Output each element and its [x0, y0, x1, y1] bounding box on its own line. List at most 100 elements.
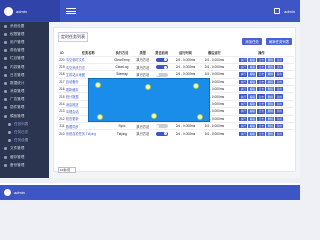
enabled-toggle[interactable]	[155, 124, 168, 129]
panel-title[interactable]: 定时任务列表	[58, 32, 88, 42]
action-button[interactable]: 删除	[266, 109, 275, 114]
action-button[interactable]: 日志	[257, 87, 266, 92]
action-button[interactable]: 日志	[257, 72, 266, 77]
sidebar-item[interactable]: 任务列表	[0, 120, 49, 128]
sidebar-item[interactable]: 权限管理	[0, 30, 49, 38]
action-button[interactable]: 执行	[239, 131, 248, 137]
action-button[interactable]: 执行	[239, 57, 248, 62]
action-button[interactable]: 删除	[266, 64, 275, 70]
refresh-task-list-button[interactable]: 刷新任务列表	[266, 38, 292, 45]
enabled-toggle[interactable]	[155, 72, 168, 77]
sidebar-item[interactable]: 角色管理	[0, 47, 49, 55]
action-button[interactable]: 删除	[266, 57, 275, 62]
action-button[interactable]: 禁用	[275, 131, 284, 137]
table-row: 210 系统自检任务 Tidying Tidying 执行方法 2/4 - 0.000m…	[58, 129, 294, 138]
enabled-toggle[interactable]	[155, 57, 168, 62]
action-button[interactable]: 禁用	[275, 57, 284, 62]
action-button[interactable]: 执行	[239, 94, 248, 99]
sidebar-item[interactable]: 数据统计	[0, 79, 49, 87]
action-button[interactable]: 执行	[239, 101, 248, 107]
action-button[interactable]: 编辑	[248, 109, 257, 114]
sidebar-item-label: 日志管理	[10, 72, 25, 77]
action-button[interactable]: 禁用	[275, 72, 284, 77]
sidebar-item-label: 角色管理	[10, 48, 25, 53]
cell-runtime: 2/4 - 0.000ms	[171, 55, 200, 64]
action-button[interactable]: 编辑	[248, 124, 257, 129]
sidebar-item[interactable]: 任务日志	[0, 128, 49, 136]
current-user[interactable]: admin	[284, 9, 295, 14]
action-button[interactable]: 编辑	[248, 79, 257, 85]
sidebar-item[interactable]: 内容管理	[0, 63, 49, 71]
action-button[interactable]: 禁用	[275, 64, 284, 70]
menu-icon	[4, 90, 7, 94]
add-task-button[interactable]: 添加任务	[242, 38, 262, 45]
action-button[interactable]: 删除	[266, 101, 275, 107]
cell-id: 215	[58, 92, 66, 101]
action-button[interactable]: 编辑	[248, 94, 257, 99]
enabled-toggle[interactable]	[155, 65, 168, 70]
sidebar-item[interactable]: 任务设置	[0, 137, 49, 145]
cell-name: 清空临时文件	[65, 55, 111, 64]
action-button[interactable]: 删除	[266, 124, 275, 129]
cell-type: 执行方法	[133, 129, 153, 138]
menu-toggle-icon[interactable]	[66, 7, 76, 16]
action-button[interactable]: 编辑	[248, 64, 257, 70]
cell-actions: 执行 编辑 日志 删除 禁用	[228, 62, 294, 71]
action-button[interactable]: 日志	[257, 124, 266, 129]
action-button[interactable]: 禁用	[275, 101, 284, 107]
action-button[interactable]: 日志	[257, 64, 266, 70]
action-button[interactable]: 删除	[266, 94, 275, 99]
action-button[interactable]: 删除	[266, 131, 275, 137]
action-button[interactable]: 编辑	[248, 116, 257, 122]
sidebar-item[interactable]: 模板管理	[0, 112, 49, 120]
action-button[interactable]: 日志	[257, 101, 266, 107]
sidebar-item[interactable]: 日志管理	[0, 71, 49, 79]
sidebar-item[interactable]: 广告管理	[0, 96, 49, 104]
cell-name: 数据同步	[65, 121, 111, 130]
cell-actions: 执行 编辑 日志 删除 禁用	[228, 114, 294, 123]
action-button[interactable]: 日志	[257, 57, 266, 62]
action-button[interactable]: 编辑	[248, 72, 257, 77]
action-button[interactable]: 日志	[257, 116, 266, 122]
action-button[interactable]: 执行	[239, 64, 248, 70]
action-button[interactable]: 禁用	[275, 109, 284, 114]
page-size-select[interactable]: 10条/页	[58, 167, 76, 173]
action-button[interactable]: 日志	[257, 79, 266, 85]
action-button[interactable]: 删除	[266, 79, 275, 85]
action-button[interactable]: 执行	[239, 87, 248, 92]
action-button[interactable]: 禁用	[275, 79, 284, 85]
action-button[interactable]: 编辑	[248, 131, 257, 137]
action-button[interactable]: 日志	[257, 131, 266, 137]
action-button[interactable]: 执行	[239, 109, 248, 114]
action-button[interactable]: 禁用	[275, 94, 284, 99]
fullscreen-icon[interactable]	[274, 8, 281, 14]
action-button[interactable]: 编辑	[248, 87, 257, 92]
sidebar-item[interactable]: 系统设置	[0, 22, 49, 30]
sidebar-item[interactable]: 备份管理	[0, 161, 49, 169]
menu-icon	[4, 65, 7, 69]
sidebar-item[interactable]: 栏目管理	[0, 55, 49, 63]
sidebar-item[interactable]: 用户管理	[0, 38, 49, 46]
action-button[interactable]: 删除	[266, 72, 275, 77]
action-button[interactable]: 执行	[239, 79, 248, 85]
logo[interactable]: admin	[0, 0, 60, 22]
enabled-toggle[interactable]	[155, 131, 168, 136]
sidebar-item[interactable]: 缓存管理	[0, 153, 49, 161]
cell-type: 执行方法	[133, 121, 153, 130]
cell-enabled	[152, 62, 172, 71]
action-button[interactable]: 编辑	[248, 101, 257, 107]
action-button[interactable]: 日志	[257, 109, 266, 114]
action-button[interactable]: 执行	[239, 72, 248, 77]
action-button[interactable]: 编辑	[248, 57, 257, 62]
sidebar-item[interactable]: 消息管理	[0, 88, 49, 96]
action-button[interactable]: 删除	[266, 116, 275, 122]
action-button[interactable]: 日志	[257, 94, 266, 99]
sidebar-item[interactable]: 文件管理	[0, 145, 49, 153]
action-button[interactable]: 删除	[266, 87, 275, 92]
action-button[interactable]: 执行	[239, 116, 248, 122]
action-button[interactable]: 执行	[239, 124, 248, 129]
sidebar-item[interactable]: 插件管理	[0, 104, 49, 112]
action-button[interactable]: 禁用	[275, 124, 284, 129]
action-button[interactable]: 禁用	[275, 87, 284, 92]
action-button[interactable]: 禁用	[275, 116, 284, 122]
